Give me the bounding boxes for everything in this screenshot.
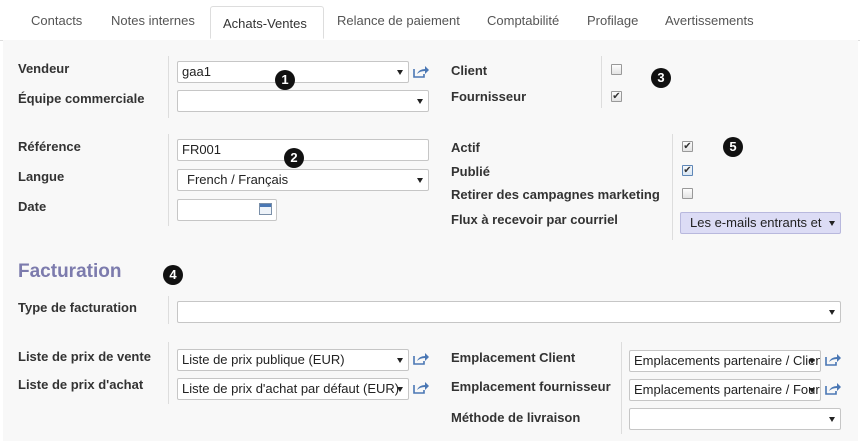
chevron-down-icon bbox=[397, 358, 403, 363]
flux-value: Les e-mails entrants et bbox=[690, 215, 822, 230]
chevron-down-icon bbox=[397, 387, 403, 392]
external-link-icon[interactable] bbox=[412, 65, 430, 79]
tab-contacts[interactable]: Contacts bbox=[31, 13, 82, 33]
external-link-icon[interactable] bbox=[412, 381, 430, 395]
calendar-icon[interactable] bbox=[259, 203, 272, 215]
tab-achats-ventes[interactable]: Achats-Ventes bbox=[210, 6, 324, 39]
annotation-badge-2: 2 bbox=[284, 148, 304, 168]
emplacement-fournisseur-value: Emplacements partenaire / Fournisseurs bbox=[634, 382, 820, 397]
chevron-down-icon bbox=[397, 70, 403, 75]
tab-relance-de-paiement[interactable]: Relance de paiement bbox=[337, 13, 460, 33]
column-divider bbox=[168, 296, 169, 324]
retirer-campagnes-checkbox[interactable] bbox=[682, 188, 693, 199]
client-checkbox[interactable] bbox=[611, 64, 622, 75]
emplacement-fournisseur-label: Emplacement fournisseur bbox=[451, 379, 611, 394]
client-label: Client bbox=[451, 63, 488, 78]
methode-livraison-select[interactable] bbox=[629, 408, 841, 430]
annotation-badge-1: 1 bbox=[275, 70, 295, 90]
column-divider bbox=[168, 56, 169, 118]
annotation-badge-4: 4 bbox=[163, 265, 183, 285]
prix-vente-label: Liste de prix de vente bbox=[18, 349, 151, 364]
column-divider bbox=[168, 134, 169, 226]
fournisseur-checkbox[interactable]: ✔ bbox=[611, 91, 622, 102]
section-title-facturation: Facturation bbox=[18, 261, 122, 282]
date-input[interactable] bbox=[177, 199, 277, 221]
equipe-commerciale-select[interactable] bbox=[177, 90, 429, 112]
tab-profilage[interactable]: Profilage bbox=[587, 13, 638, 33]
fournisseur-label: Fournisseur bbox=[451, 89, 527, 104]
publie-checkbox[interactable]: ✔ bbox=[682, 165, 693, 176]
date-label: Date bbox=[18, 199, 47, 214]
chevron-down-icon bbox=[417, 99, 423, 104]
chevron-down-icon bbox=[829, 417, 835, 422]
chevron-down-icon bbox=[829, 310, 835, 315]
tab-comptabilite[interactable]: Comptabilité bbox=[487, 13, 559, 33]
annotation-badge-5: 5 bbox=[723, 137, 743, 157]
vendeur-label: Vendeur bbox=[18, 61, 70, 76]
chevron-down-icon bbox=[809, 359, 815, 364]
flux-courriel-select[interactable]: Les e-mails entrants et bbox=[680, 212, 841, 234]
emplacement-fournisseur-select[interactable]: Emplacements partenaire / Fournisseurs bbox=[629, 379, 821, 401]
langue-label: Langue bbox=[18, 169, 65, 184]
langue-select[interactable]: French / Français bbox=[177, 169, 429, 191]
annotation-badge-3: 3 bbox=[651, 68, 671, 88]
tab-bar: Contacts Notes internes Achats-Ventes Re… bbox=[0, 0, 860, 41]
external-link-icon[interactable] bbox=[824, 353, 842, 367]
actif-checkbox[interactable]: ✔ bbox=[682, 141, 693, 152]
chevron-down-icon bbox=[417, 178, 423, 183]
column-divider bbox=[601, 56, 602, 108]
actif-label: Actif bbox=[451, 140, 480, 155]
flux-label: Flux à recevoir par courriel bbox=[451, 212, 618, 227]
methode-livraison-label: Méthode de livraison bbox=[451, 410, 581, 425]
prix-achat-label: Liste de prix d'achat bbox=[18, 377, 144, 392]
emplacement-client-label: Emplacement Client bbox=[451, 350, 576, 365]
retirer-campagnes-label: Retirer des campagnes marketing bbox=[451, 187, 660, 202]
emplacement-client-value: Emplacements partenaire / Clients bbox=[634, 353, 820, 368]
chevron-down-icon bbox=[829, 221, 835, 226]
column-divider bbox=[621, 342, 622, 434]
prix-achat-value: Liste de prix d'achat par défaut (EUR) bbox=[182, 381, 400, 396]
column-divider bbox=[672, 134, 673, 240]
type-facturation-label: Type de facturation bbox=[18, 300, 137, 315]
external-link-icon[interactable] bbox=[824, 382, 842, 396]
external-link-icon[interactable] bbox=[412, 352, 430, 366]
tab-notes-internes[interactable]: Notes internes bbox=[111, 13, 195, 33]
vendeur-value: gaa1 bbox=[182, 64, 211, 79]
tab-avertissements[interactable]: Avertissements bbox=[665, 13, 754, 33]
equipe-label: Équipe commerciale bbox=[18, 91, 145, 106]
prix-vente-select[interactable]: Liste de prix publique (EUR) bbox=[177, 349, 409, 371]
form-panel: Vendeur Équipe commerciale gaa1 Client F… bbox=[3, 40, 858, 441]
emplacement-client-select[interactable]: Emplacements partenaire / Clients bbox=[629, 350, 821, 372]
chevron-down-icon bbox=[809, 388, 815, 393]
column-divider bbox=[168, 342, 169, 404]
reference-label: Référence bbox=[18, 139, 81, 154]
langue-value: French / Français bbox=[187, 172, 289, 187]
reference-value: FR001 bbox=[182, 142, 222, 157]
prix-vente-value: Liste de prix publique (EUR) bbox=[182, 352, 345, 367]
prix-achat-select[interactable]: Liste de prix d'achat par défaut (EUR) bbox=[177, 378, 409, 400]
type-facturation-select[interactable] bbox=[177, 301, 841, 323]
publie-label: Publié bbox=[451, 164, 491, 179]
